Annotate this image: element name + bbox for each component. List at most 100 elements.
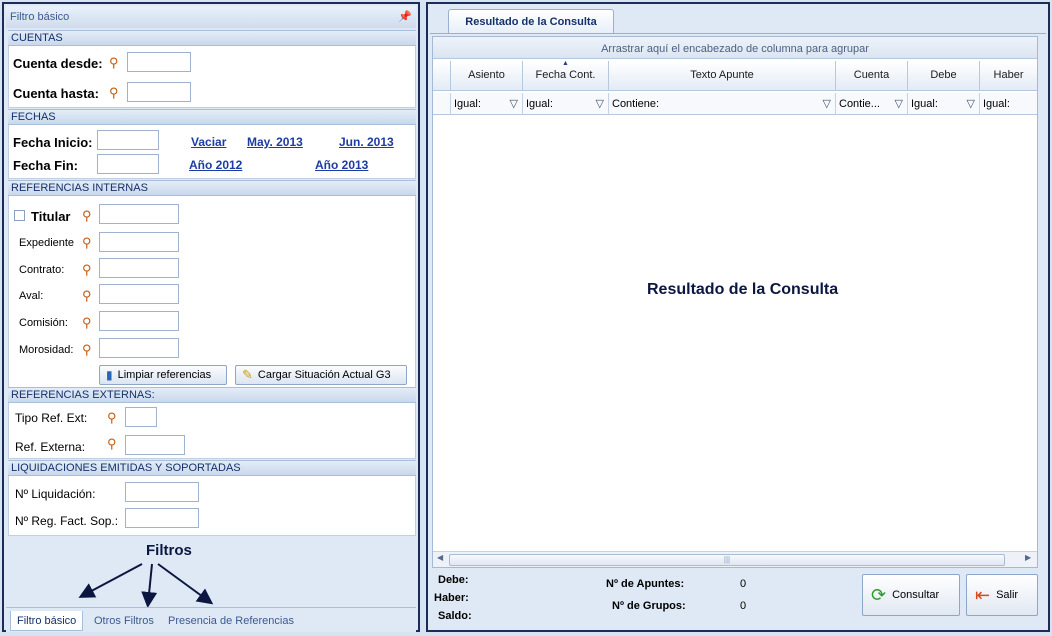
fecha-inicio-label: Fecha Inicio: [13, 135, 93, 150]
tipo-ref-ext-search-icon[interactable]: ⚲ [107, 411, 117, 425]
filter-cell-fecha-cont[interactable]: Igual: ▽ [523, 93, 609, 115]
contrato-input[interactable] [99, 258, 179, 278]
consultar-button[interactable]: ⟳ Consultar [862, 574, 960, 616]
tab-divider [430, 33, 1046, 34]
grupos-label: Nº de Grupos: [612, 600, 686, 612]
comision-search-icon[interactable]: ⚲ [82, 316, 92, 330]
filter-cell-debe[interactable]: Igual: ▽ [908, 93, 980, 115]
row-indicator-header [433, 61, 451, 91]
morosidad-search-icon[interactable]: ⚲ [82, 343, 92, 357]
column-header-cuenta[interactable]: Cuenta [836, 61, 908, 91]
eraser-icon: ▮ [106, 368, 113, 382]
haber-label: Haber: [434, 592, 469, 604]
exit-arrow-icon: ⇤ [975, 584, 991, 605]
section-fechas-header: FECHAS [8, 109, 416, 125]
filter-row-indicator [433, 93, 451, 115]
group-by-area[interactable]: Arrastrar aquí el encabezado de columna … [433, 37, 1037, 59]
liquidacion-label: Nº Liquidación: [15, 487, 96, 501]
horizontal-scrollbar[interactable]: ◀ ||| ▶ [433, 551, 1037, 567]
expediente-input[interactable] [99, 232, 179, 252]
column-header-debe[interactable]: Debe [908, 61, 980, 91]
cargar-situacion-button[interactable]: ✎ Cargar Situación Actual G3 [235, 365, 407, 385]
comision-input[interactable] [99, 311, 179, 331]
contrato-search-icon[interactable]: ⚲ [82, 263, 92, 277]
section-cuentas: Cuenta desde: ⚲ Cuenta hasta: ⚲ [8, 46, 416, 108]
filter-funnel-icon[interactable]: ▽ [510, 97, 518, 110]
tipo-ref-ext-label: Tipo Ref. Ext: [15, 411, 88, 425]
tab-presencia-referencias[interactable]: Presencia de Referencias [162, 611, 300, 631]
apuntes-label: Nº de Apuntes: [606, 578, 685, 590]
morosidad-label: Morosidad: [19, 344, 74, 356]
section-refs-internas-header: REFERENCIAS INTERNAS [8, 180, 416, 196]
fecha-inicio-input[interactable] [97, 130, 159, 150]
grupos-value: 0 [740, 600, 747, 612]
titular-search-icon[interactable]: ⚲ [82, 209, 92, 223]
column-header-fecha-cont[interactable]: ▲ Fecha Cont. [523, 61, 609, 91]
link-ano-2013[interactable]: Año 2013 [315, 158, 368, 172]
filter-cell-cuenta[interactable]: Contie... ▽ [836, 93, 908, 115]
filter-funnel-icon[interactable]: ▽ [967, 97, 975, 110]
morosidad-input[interactable] [99, 338, 179, 358]
ref-externa-input[interactable] [125, 435, 185, 455]
cuenta-desde-search-icon[interactable]: ⚲ [109, 56, 119, 70]
section-liquidaciones: Nº Liquidación: Nº Reg. Fact. Sop.: [8, 476, 416, 536]
section-fechas: Fecha Inicio: Vaciar May. 2013 Jun. 2013… [8, 125, 416, 179]
column-header-texto-apunte[interactable]: Texto Apunte [609, 61, 836, 91]
cuenta-hasta-label: Cuenta hasta: [13, 86, 99, 101]
filter-cell-haber[interactable]: Igual: [980, 93, 1037, 115]
link-ano-2012[interactable]: Año 2012 [189, 158, 242, 172]
section-refs-externas-header: REFERENCIAS EXTERNAS: [8, 387, 416, 403]
tab-otros-filtros[interactable]: Otros Filtros [88, 611, 160, 631]
titular-label: Titular [31, 209, 71, 224]
scroll-right-icon[interactable]: ▶ [1025, 553, 1031, 562]
reg-fact-sop-input[interactable] [125, 508, 199, 528]
filter-funnel-icon[interactable]: ▽ [895, 97, 903, 110]
section-liquidaciones-header: LIQUIDACIONES EMITIDAS Y SOPORTADAS [8, 460, 416, 476]
result-annotation: Resultado de la Consulta [647, 281, 839, 298]
pin-icon[interactable]: 📌 [398, 10, 412, 23]
contrato-label: Contrato: [19, 264, 65, 276]
aval-input[interactable] [99, 284, 179, 304]
cuenta-hasta-search-icon[interactable]: ⚲ [109, 86, 119, 100]
scroll-thumb[interactable]: ||| [449, 554, 1005, 566]
saldo-label: Saldo: [438, 610, 472, 622]
fecha-fin-label: Fecha Fin: [13, 158, 79, 173]
results-grid: Arrastrar aquí el encabezado de columna … [432, 36, 1038, 568]
link-may-2013[interactable]: May. 2013 [247, 135, 303, 149]
filter-cell-asiento[interactable]: Igual: ▽ [451, 93, 523, 115]
filter-funnel-icon[interactable]: ▽ [596, 97, 604, 110]
filter-panel-header: Filtro básico 📌 [6, 6, 416, 28]
annotation-arrows [78, 563, 214, 608]
scroll-left-icon[interactable]: ◀ [437, 553, 443, 562]
titular-input[interactable] [99, 204, 179, 224]
cuenta-desde-input[interactable] [127, 52, 191, 72]
results-panel: Resultado de la Consulta Arrastrar aquí … [426, 2, 1050, 632]
comision-label: Comisión: [19, 317, 68, 329]
titular-checkbox[interactable] [14, 210, 25, 221]
cuenta-hasta-input[interactable] [127, 82, 191, 102]
liquidacion-input[interactable] [125, 482, 199, 502]
salir-button[interactable]: ⇤ Salir [966, 574, 1038, 616]
column-header-haber[interactable]: Haber [980, 61, 1037, 91]
filter-funnel-icon[interactable]: ▽ [823, 97, 831, 110]
column-header-asiento[interactable]: Asiento [451, 61, 523, 91]
filter-cell-texto-apunte[interactable]: Contiene: ▽ [609, 93, 836, 115]
ref-externa-search-icon[interactable]: ⚲ [107, 437, 117, 451]
tipo-ref-ext-input[interactable] [125, 407, 157, 427]
ref-externa-label: Ref. Externa: [15, 440, 86, 454]
section-refs-internas: Titular ⚲ Expediente ⚲ Contrato: ⚲ Aval:… [8, 196, 416, 388]
link-vaciar[interactable]: Vaciar [191, 135, 226, 149]
aval-search-icon[interactable]: ⚲ [82, 289, 92, 303]
section-refs-externas: Tipo Ref. Ext: ⚲ Ref. Externa: ⚲ [8, 403, 416, 459]
expediente-search-icon[interactable]: ⚲ [82, 236, 92, 250]
tab-resultado-consulta[interactable]: Resultado de la Consulta [448, 9, 614, 33]
filter-panel-title: Filtro básico [10, 11, 70, 23]
tab-filtro-basico[interactable]: Filtro básico [10, 611, 84, 631]
fecha-fin-input[interactable] [97, 154, 159, 174]
link-jun-2013[interactable]: Jun. 2013 [339, 135, 394, 149]
limpiar-referencias-button[interactable]: ▮ Limpiar referencias [99, 365, 227, 385]
filter-panel: Filtro básico 📌 CUENTAS Cuenta desde: ⚲ … [2, 2, 420, 632]
filter-tabs: Filtro básico Otros Filtros Presencia de… [6, 607, 416, 632]
filtros-annotation: Filtros [146, 542, 192, 559]
refresh-icon: ⟳ [871, 584, 887, 605]
